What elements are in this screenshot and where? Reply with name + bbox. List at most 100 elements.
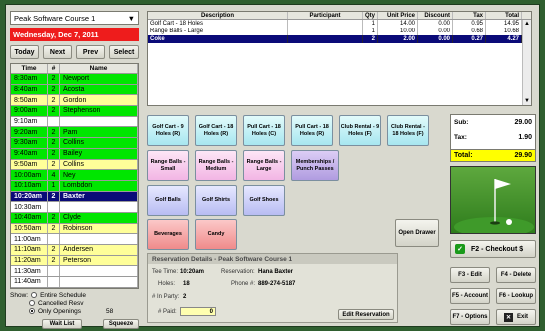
- exit-button[interactable]: ✕ Exit: [496, 309, 536, 325]
- tee-time-row[interactable]: 10:10am 1 Lombdon: [11, 180, 138, 192]
- item-participant: [288, 20, 363, 28]
- club-rental-9-button[interactable]: Club Rental - 9 Holes (F): [339, 115, 381, 146]
- lookup-button[interactable]: F6 - Lookup: [496, 288, 536, 304]
- tee-time-row[interactable]: 9:00am 2 Stephenson: [11, 106, 138, 117]
- golf-cart-18-button[interactable]: Golf Cart - 18 Holes (R): [195, 115, 237, 146]
- squeeze-button[interactable]: Squeeze: [103, 319, 139, 329]
- tee-time-row[interactable]: 11:10am 2 Andersen: [11, 245, 138, 256]
- club-rental-18-button[interactable]: Club Rental - 18 Holes (F): [387, 115, 429, 146]
- select-button[interactable]: Select: [109, 45, 139, 59]
- item-tax: 0.27: [453, 35, 486, 43]
- golf-shirts-button[interactable]: Golf Shirts: [195, 185, 237, 216]
- tee-time-row[interactable]: 9:20am 2 Pam: [11, 127, 138, 139]
- reservation-name: Hana Baxter: [258, 269, 294, 275]
- tee-time-row[interactable]: 11:00am: [11, 234, 138, 245]
- cancelled-resv-radio[interactable]: [29, 300, 35, 306]
- item-tax: 0.95: [453, 20, 486, 28]
- item-qty: 2: [363, 35, 378, 43]
- pull-cart-18c-button[interactable]: Pull Cart - 18 Holes (C): [243, 115, 285, 146]
- item-row[interactable]: Range Balls - Large 1 10.00 0.00 0.68 10.68: [148, 27, 522, 35]
- player-name: Peterson: [60, 255, 138, 266]
- edit-reservation-button[interactable]: Edit Reservation: [338, 309, 394, 320]
- player-name: Stephenson: [60, 106, 138, 116]
- scroll-up-icon[interactable]: ▲: [524, 21, 530, 27]
- tee-time: 8:30am: [11, 74, 48, 84]
- tee-sheet-header: Time # Name: [11, 64, 138, 74]
- entire-schedule-radio[interactable]: [31, 292, 38, 298]
- player-count: [48, 234, 60, 244]
- exit-label: Exit: [516, 314, 528, 320]
- player-name: [60, 202, 138, 212]
- item-row[interactable]: Coke 2 2.00 0.00 0.27 4.27: [148, 35, 522, 43]
- open-drawer-button[interactable]: Open Drawer: [395, 219, 439, 247]
- golf-flag-image: [450, 166, 536, 234]
- tee-time-row[interactable]: 10:20am 2 Baxter: [11, 191, 138, 203]
- col-participant: Participant: [288, 12, 363, 19]
- golf-cart-9-button[interactable]: Golf Cart - 9 Holes (R): [147, 115, 189, 146]
- player-count: 2: [48, 74, 60, 84]
- tee-time-row[interactable]: 10:40am 2 Clyde: [11, 212, 138, 224]
- scroll-down-icon[interactable]: ▼: [524, 98, 530, 104]
- range-balls-medium-button[interactable]: Range Balls - Medium: [195, 150, 237, 181]
- player-count: 2: [48, 84, 60, 95]
- item-participant: [288, 35, 363, 43]
- item-row[interactable]: Golf Cart - 18 Holes 1 14.00 0.00 0.95 14.95: [148, 20, 522, 28]
- course-select[interactable]: Peak Software Course 1 ▼: [10, 11, 139, 25]
- prev-button[interactable]: Prev: [76, 45, 105, 59]
- golf-shoes-button[interactable]: Golf Shoes: [243, 185, 285, 216]
- beverages-button[interactable]: Beverages: [147, 219, 189, 250]
- items-scrollbar[interactable]: ▼ ▲: [522, 20, 531, 105]
- tee-time: 11:40am: [11, 277, 48, 287]
- player-name: [60, 234, 138, 244]
- tee-time-row[interactable]: 9:30am 2 Collins: [11, 138, 138, 149]
- paid-field[interactable]: 0: [180, 307, 216, 316]
- golf-balls-button[interactable]: Golf Balls: [147, 185, 189, 216]
- item-total: 14.95: [486, 20, 522, 28]
- player-count: 2: [48, 212, 60, 223]
- tee-time-label: Tee Time:: [152, 269, 179, 275]
- delete-button[interactable]: F4 - Delete: [496, 267, 536, 283]
- tee-time: 11:20am: [11, 255, 48, 266]
- account-button[interactable]: F5 - Account: [450, 288, 490, 304]
- tax-amount: 1.90: [518, 134, 532, 141]
- tee-time-row[interactable]: 8:50am 2 Gordon: [11, 95, 138, 107]
- tee-time-row[interactable]: 11:30am: [11, 266, 138, 278]
- tee-time-row[interactable]: 11:20am 2 Peterson: [11, 255, 138, 267]
- memberships-button[interactable]: Memberships / Punch Passes: [291, 150, 339, 181]
- reservation-details: Reservation Details - Peak Software Cour…: [147, 253, 398, 323]
- candy-button[interactable]: Candy: [195, 219, 237, 250]
- tee-time-row[interactable]: 10:30am: [11, 202, 138, 213]
- date-bar: Wednesday, Dec 7, 2011: [10, 28, 139, 41]
- player-name: Gordon: [60, 95, 138, 106]
- player-name: Newport: [60, 74, 138, 84]
- player-name: Pam: [60, 127, 138, 138]
- tee-time-row[interactable]: 9:50am 2 Collins: [11, 159, 138, 171]
- player-count: 2: [48, 95, 60, 106]
- checkout-button[interactable]: ✓ F2 - Checkout $: [450, 240, 536, 258]
- tee-time-row[interactable]: 11:40am: [11, 277, 138, 288]
- range-balls-large-button[interactable]: Range Balls - Large: [243, 150, 285, 181]
- next-button[interactable]: Next: [43, 45, 72, 59]
- today-button[interactable]: Today: [10, 45, 39, 59]
- player-name: Robinson: [60, 223, 138, 234]
- col-total: Total: [486, 12, 522, 19]
- tee-time-row[interactable]: 10:00am 4 Ney: [11, 170, 138, 181]
- tee-time-row[interactable]: 8:30am 2 Newport: [11, 74, 138, 85]
- paid-label: # Paid:: [158, 309, 177, 315]
- only-openings-radio[interactable]: [29, 308, 35, 314]
- col-qty: Qty: [363, 12, 378, 19]
- tee-time-row[interactable]: 10:50am 2 Robinson: [11, 223, 138, 235]
- tee-time: 10:40am: [11, 212, 48, 223]
- options-button[interactable]: F7 - Options: [450, 309, 490, 325]
- player-name: Baxter: [60, 191, 138, 202]
- range-balls-small-button[interactable]: Range Balls - Small: [147, 150, 189, 181]
- tee-time-row[interactable]: 9:40am 2 Bailey: [11, 148, 138, 160]
- pull-cart-18r-button[interactable]: Pull Cart - 18 Holes (R): [291, 115, 333, 146]
- tee-time: 8:50am: [11, 95, 48, 106]
- wait-list-button[interactable]: Wait List: [42, 319, 82, 329]
- tee-time-row[interactable]: 8:40am 2 Acosta: [11, 84, 138, 96]
- col-time: Time: [11, 64, 48, 73]
- tee-time-row[interactable]: 9:10am: [11, 116, 138, 128]
- edit-button[interactable]: F3 - Edit: [450, 267, 490, 283]
- cancelled-resv-label: Cancelled Resv: [38, 299, 84, 307]
